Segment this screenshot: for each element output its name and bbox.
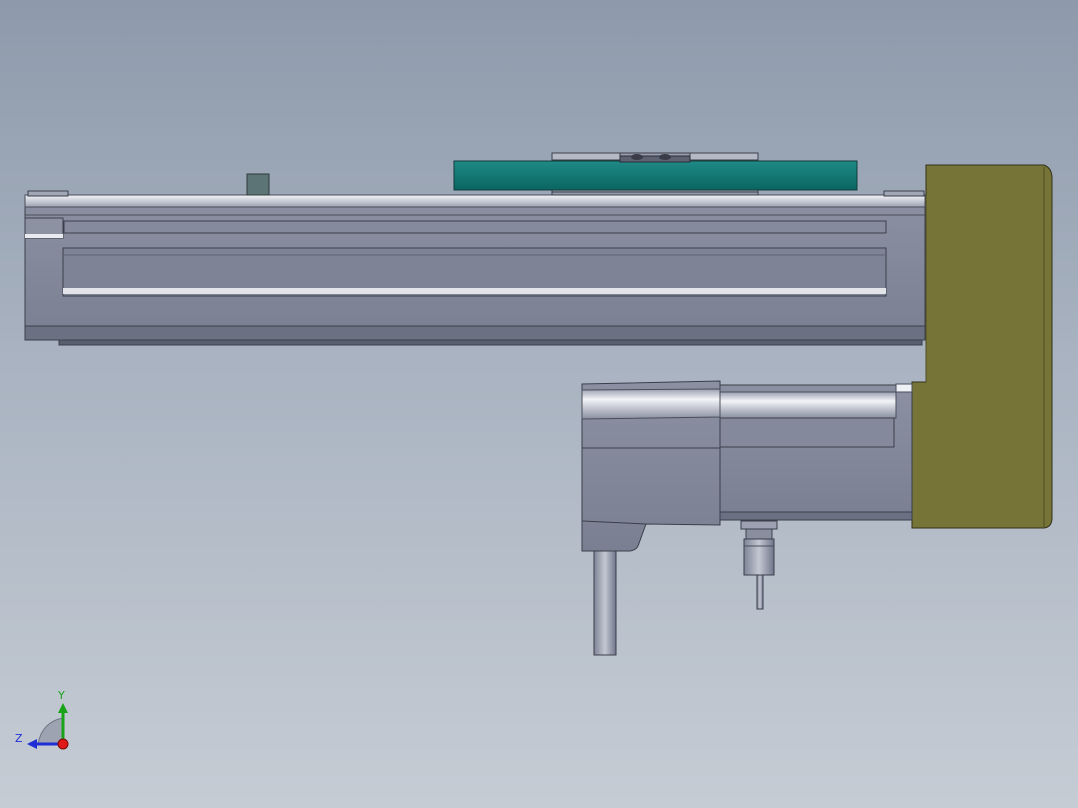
- carriage-screw-1: [631, 154, 643, 160]
- mounting-tab-right: [883, 190, 925, 197]
- carriage-teal-plate: [453, 160, 858, 191]
- carriage-screw-2: [659, 154, 671, 160]
- actuator-upper-slot: [63, 220, 887, 234]
- actuator-top-rail: [24, 194, 926, 208]
- z-axis-label: Z: [15, 732, 23, 745]
- coordinate-triad[interactable]: [27, 703, 69, 750]
- x-axis-point-icon: [57, 738, 69, 750]
- linear-actuator-body[interactable]: [24, 173, 926, 346]
- carriage-assembly[interactable]: [453, 152, 858, 196]
- output-shaft: [593, 550, 617, 656]
- motor-housing-body: [911, 164, 1053, 529]
- mounting-tab-left: [27, 190, 69, 197]
- lower-drive-module[interactable]: [581, 380, 913, 656]
- actuator-base-strip: [24, 325, 926, 341]
- cable-connector: [740, 520, 778, 610]
- cad-model-view[interactable]: [0, 0, 1078, 808]
- y-axis-label: Y: [58, 689, 65, 702]
- cad-viewport[interactable]: Y Z: [0, 0, 1078, 808]
- motor-housing[interactable]: [911, 164, 1053, 529]
- sensor-block: [246, 173, 270, 196]
